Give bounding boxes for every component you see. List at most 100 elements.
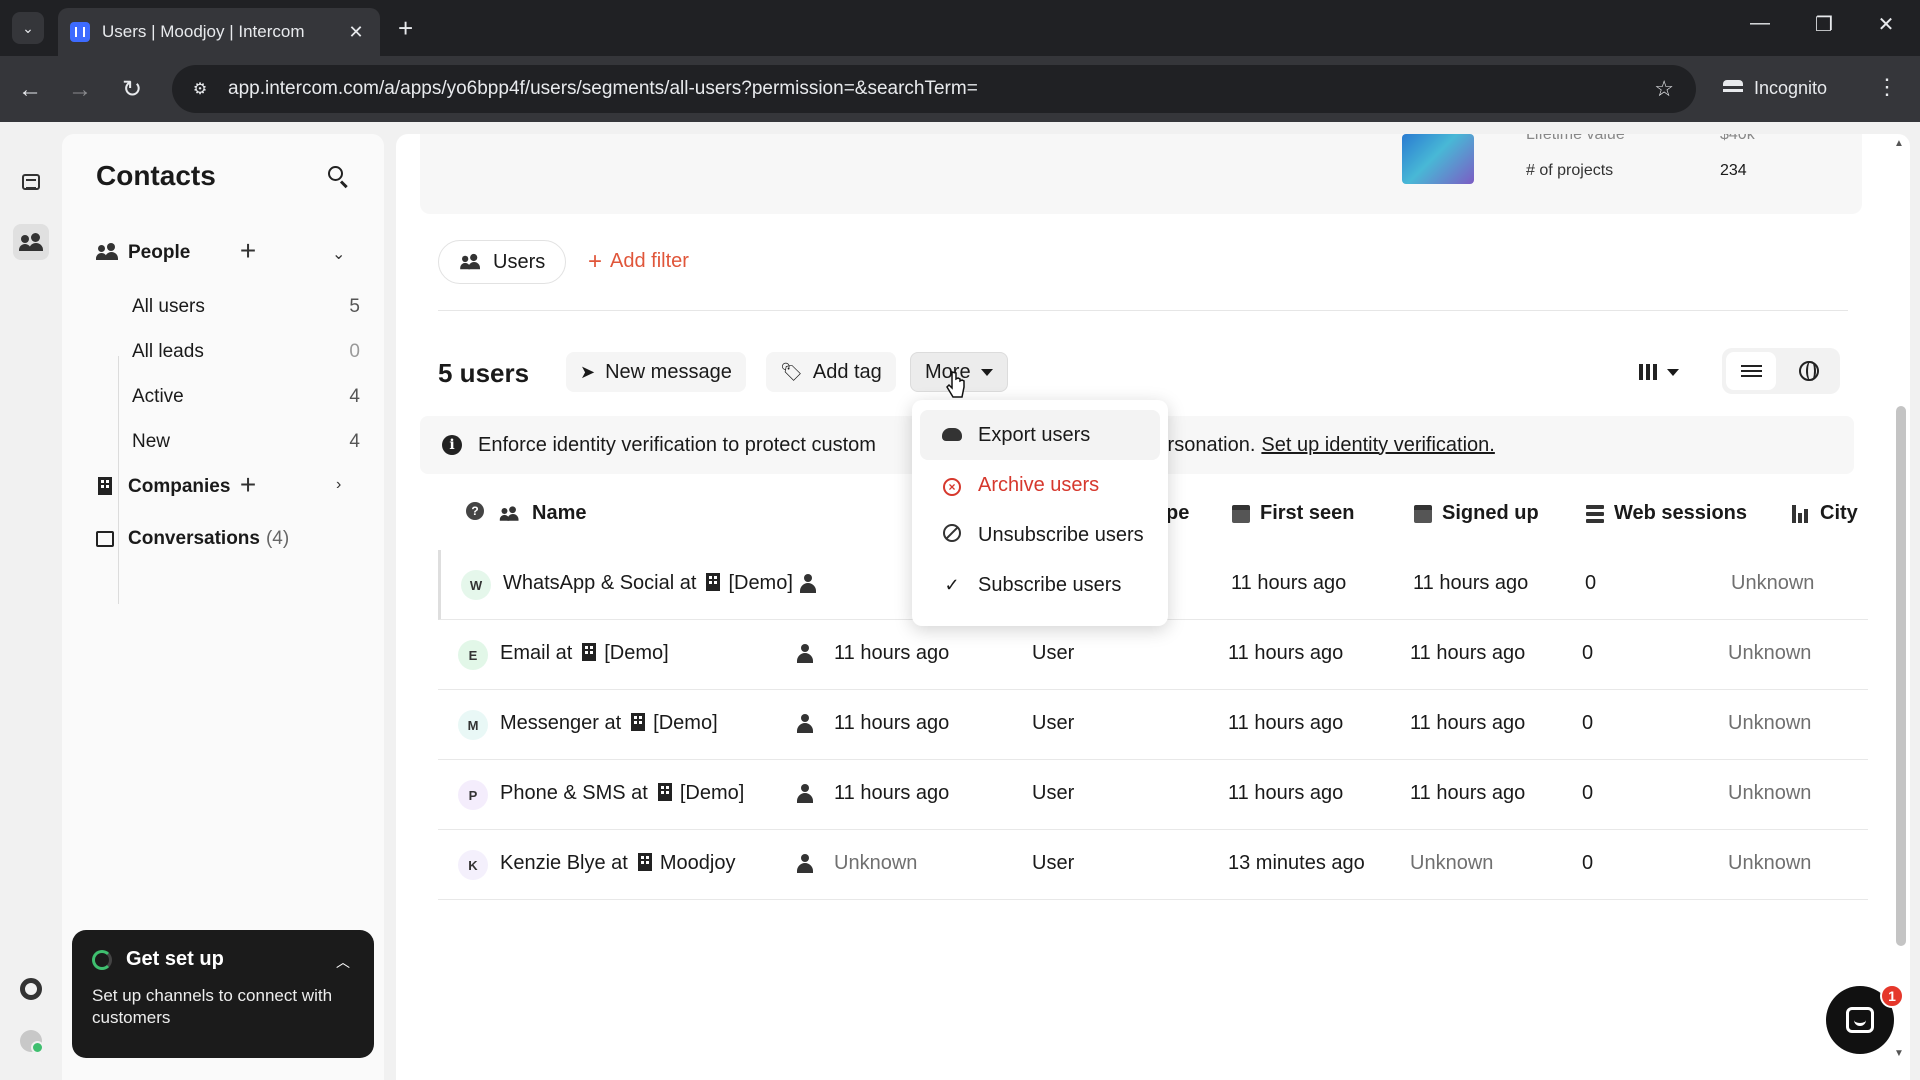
signed-up-header: Signed up <box>1442 502 1539 524</box>
rail-contacts[interactable] <box>13 224 49 260</box>
add-tag-label: Add tag <box>812 360 882 383</box>
user-avatar[interactable] <box>20 1030 44 1054</box>
incognito-label: Incognito <box>1754 77 1828 98</box>
search-icon[interactable] <box>328 166 350 189</box>
web-sessions-header: Web sessions <box>1614 502 1748 524</box>
ban-icon <box>943 523 961 542</box>
columns-button[interactable] <box>1628 352 1690 392</box>
scrollbar-thumb[interactable] <box>1896 406 1906 946</box>
companies-label: Companies <box>128 476 231 497</box>
new-tab-icon[interactable]: + <box>398 14 413 42</box>
rail-inbox[interactable] <box>13 164 49 200</box>
sidebar-section-conversations[interactable]: Conversations (4) <box>96 528 289 550</box>
table-row[interactable]: P Phone & SMS at [Demo] 11 hours ago User 11 … <box>438 760 1868 830</box>
tab-search-button[interactable]: ⌄ <box>12 12 44 44</box>
web-sessions-cell: 0 <box>1582 642 1594 664</box>
sidebar-item-count: 4 <box>349 386 360 407</box>
menu-item-unsubscribe-users[interactable]: Unsubscribe users <box>920 510 1160 560</box>
users-chip-label: Users <box>493 250 546 273</box>
contact-name: Kenzie Blye at <box>500 852 628 874</box>
add-people-button[interactable]: + <box>234 237 262 266</box>
chevron-right-icon[interactable]: › <box>336 476 341 494</box>
list-view-button[interactable] <box>1726 352 1776 390</box>
main-panel: Lifetime value $40k # of projects 234 Us… <box>396 134 1910 1080</box>
last-seen-cell: 11 hours ago <box>834 642 950 664</box>
add-tag-button[interactable]: 🏷 Add tag <box>766 352 896 392</box>
web-sessions-cell: 0 <box>1582 712 1594 734</box>
scroll-up-icon[interactable]: ▲ <box>1894 138 1904 149</box>
column-web-sessions[interactable]: Web sessions <box>1586 502 1747 525</box>
menu-item-subscribe-users[interactable]: ✓ Subscribe users <box>920 560 1160 610</box>
table-row[interactable]: K Kenzie Blye at Moodjoy Unknown User 13 minu… <box>438 830 1868 900</box>
tab-close-icon[interactable]: ✕ <box>344 22 368 43</box>
column-city[interactable]: City <box>1792 502 1858 525</box>
incognito-icon <box>1722 80 1744 96</box>
menu-item-export-users[interactable]: Export users <box>920 410 1160 460</box>
contact-name-cell[interactable]: Messenger at [Demo] <box>500 712 718 735</box>
contact-name-cell[interactable]: Kenzie Blye at Moodjoy <box>500 852 735 875</box>
column-help[interactable]: ? <box>466 502 494 520</box>
x-circle-icon: × <box>943 477 961 496</box>
get-set-up-card[interactable]: Get set up ︿ Set up channels to connect … <box>72 930 374 1058</box>
web-sessions-cell: 0 <box>1582 782 1594 804</box>
sidebar-section-companies[interactable]: Companies <box>96 476 230 498</box>
contact-name: Phone & SMS at <box>500 782 648 804</box>
sidebar-item-all-leads[interactable]: All leads 0 <box>132 341 360 363</box>
add-filter-button[interactable]: + Add filter <box>588 249 689 273</box>
contact-name-cell[interactable]: Email at [Demo] <box>500 642 669 665</box>
company-icon <box>582 643 597 661</box>
settings-gear-icon[interactable] <box>20 978 42 1000</box>
first-seen-cell: 11 hours ago <box>1228 642 1344 664</box>
sidebar-section-people[interactable]: People <box>96 242 190 264</box>
address-bar[interactable]: ⚙ app.intercom.com/a/apps/yo6bpp4f/users… <box>172 65 1696 113</box>
column-name[interactable]: Name <box>498 502 586 525</box>
column-type[interactable]: pe <box>1166 502 1189 525</box>
bookmark-star-icon[interactable]: ☆ <box>1654 76 1674 102</box>
last-seen-cell: Unknown <box>834 852 918 874</box>
calendar-icon <box>1232 504 1250 523</box>
window-close-icon[interactable]: ✕ <box>1866 12 1906 37</box>
forward-icon[interactable]: → <box>62 72 98 108</box>
menu-item-label: Subscribe users <box>978 573 1122 596</box>
browser-tab[interactable]: Users | Moodjoy | Intercom ✕ <box>58 8 380 56</box>
sidebar-item-count: 4 <box>349 431 360 452</box>
new-message-button[interactable]: ➤ New message <box>566 352 746 392</box>
tab-title: Users | Moodjoy | Intercom <box>102 22 305 41</box>
setup-verification-link[interactable]: Set up identity verification. <box>1261 434 1494 457</box>
menu-item-archive-users[interactable]: × Archive users <box>920 460 1160 510</box>
sidebar-item-new[interactable]: New 4 <box>132 431 360 453</box>
site-settings-icon[interactable]: ⚙ <box>190 79 210 99</box>
add-company-button[interactable]: + <box>234 471 262 500</box>
cloud-upload-icon <box>942 427 962 441</box>
chevron-down-icon[interactable]: ⌄ <box>332 244 345 264</box>
url-text[interactable]: app.intercom.com/a/apps/yo6bpp4f/users/s… <box>228 78 1654 100</box>
sidebar-item-active[interactable]: Active 4 <box>132 386 360 408</box>
caret-down-icon <box>980 368 993 376</box>
contact-name-cell[interactable]: Phone & SMS at [Demo] <box>500 782 744 805</box>
table-row[interactable]: E Email at [Demo] 11 hours ago User 11 hours … <box>438 620 1868 690</box>
incognito-indicator[interactable]: Incognito <box>1722 70 1827 106</box>
collapse-chevron-icon[interactable]: ︿ <box>336 952 350 972</box>
column-signed-up[interactable]: Signed up <box>1414 502 1539 525</box>
people-icon <box>96 243 118 263</box>
sidebar-item-all-users[interactable]: All users 5 <box>132 296 360 318</box>
map-view-button[interactable] <box>1784 352 1834 390</box>
column-first-seen[interactable]: First seen <box>1232 502 1354 525</box>
scroll-down-icon[interactable]: ▼ <box>1894 1048 1904 1059</box>
contact-company: [Demo] <box>679 782 745 804</box>
minimize-icon[interactable]: — <box>1740 12 1780 35</box>
notice-text-start: Enforce identity verification to protect… <box>478 433 876 456</box>
back-icon[interactable]: ← <box>12 72 48 108</box>
user-type-icon <box>794 644 816 666</box>
app-rail <box>0 122 62 1080</box>
list-icon <box>1741 362 1762 380</box>
browser-menu-icon[interactable]: ⋮ <box>1876 74 1898 100</box>
contact-avatar: M <box>458 710 488 740</box>
reload-icon[interactable]: ↻ <box>114 72 150 108</box>
city-icon <box>1792 504 1810 523</box>
users-filter-chip[interactable]: Users <box>438 240 567 284</box>
restore-icon[interactable]: ❐ <box>1804 12 1844 37</box>
contact-name-cell[interactable]: WhatsApp & Social at [Demo] <box>503 572 793 595</box>
table-row[interactable]: M Messenger at [Demo] 11 hours ago User 11 ho… <box>438 690 1868 760</box>
user-type-icon <box>797 574 819 596</box>
